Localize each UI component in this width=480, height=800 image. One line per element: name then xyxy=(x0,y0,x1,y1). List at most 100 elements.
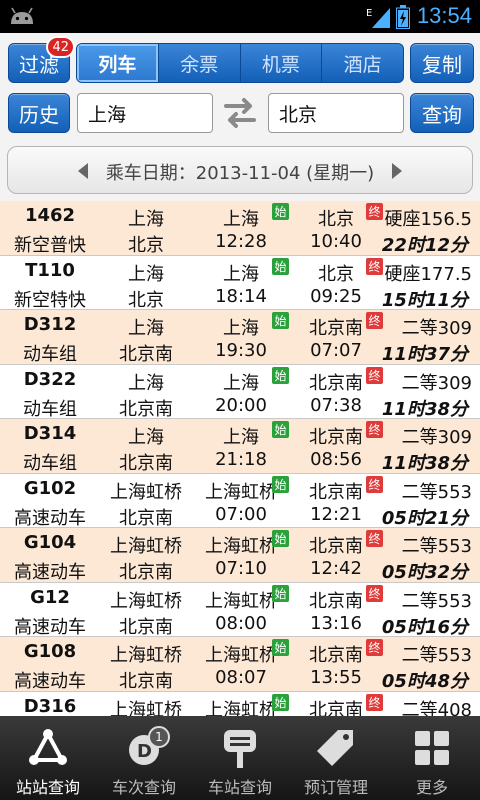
train-number: G108 xyxy=(23,641,77,662)
nav-train-number[interactable]: D 1 车次查询 xyxy=(96,716,192,800)
nav-label: 站站查询 xyxy=(15,778,80,797)
origin-mark: 始 xyxy=(272,639,289,656)
seat-price: 二等553 xyxy=(401,645,472,666)
arrival-time: 13:55 xyxy=(310,667,362,688)
arrival-time: 10:40 xyxy=(310,231,362,252)
seat-price: 二等309 xyxy=(401,318,472,339)
nav-station-to-station[interactable]: 站站查询 xyxy=(0,716,96,800)
seat-price: 硬座156.5 xyxy=(384,209,472,230)
tab-trains[interactable]: 列车 xyxy=(77,44,159,82)
date-selector: 乘车日期：2013-11-04 (星期一) xyxy=(7,146,473,194)
train-row[interactable]: D312 动车组 上海 北京南 上海 19:30 北京南 07:07 二等309 11时37分始终 xyxy=(0,310,480,365)
train-list: 1462 新空普快 上海 北京 上海 12:28 北京 10:40 硬座156.5 22时12分始… xyxy=(0,201,480,716)
train-row[interactable]: G12 高速动车 上海虹桥 北京南 上海虹桥 08:00 北京南 13:16 二等553 05时1… xyxy=(0,582,480,638)
swap-stations-icon[interactable] xyxy=(222,96,258,130)
origin-mark: 始 xyxy=(272,475,289,493)
train-type: 高速动车 xyxy=(14,616,86,638)
train-row[interactable]: G108 高速动车 上海虹桥 北京南 上海虹桥 08:07 北京南 13:55 二等553 05时… xyxy=(0,637,480,692)
nav-booking-management[interactable]: 预订管理 xyxy=(288,716,384,800)
terminal-mark: 终 xyxy=(366,693,383,711)
train-type: 动车组 xyxy=(23,398,77,420)
train-row[interactable]: 1462 新空普快 上海 北京 上海 12:28 北京 10:40 硬座156.5 22时12分始… xyxy=(0,201,480,256)
terminal-mark: 终 xyxy=(366,312,383,329)
departure-time: 08:07 xyxy=(215,667,267,688)
train-row[interactable]: G102 高速动车 上海虹桥 北京南 上海虹桥 07:00 北京南 12:21 二等553 05时… xyxy=(0,473,480,529)
station-route-icon xyxy=(29,729,67,765)
train-number: D316 xyxy=(23,695,77,717)
to-station-input[interactable]: 北京 xyxy=(268,93,404,133)
train-number: D322 xyxy=(23,368,77,390)
train-row[interactable]: D316 上海虹桥 上海虹桥 北京南 二等408 始终 xyxy=(0,691,480,717)
train-type: 高速动车 xyxy=(14,562,86,583)
terminal-mark: 终 xyxy=(366,639,383,656)
departure-time: 20:00 xyxy=(215,394,267,416)
departure-time: 18:14 xyxy=(215,285,267,307)
origin-mark: 始 xyxy=(272,366,289,384)
terminal-station: 北京南 xyxy=(119,671,173,692)
train-type: 动车组 xyxy=(23,344,77,365)
train-row[interactable]: G104 高速动车 上海虹桥 北京南 上海虹桥 07:10 北京南 12:42 二等553 05时… xyxy=(0,528,480,583)
next-day-icon[interactable] xyxy=(390,162,404,180)
nav-label: 车站查询 xyxy=(207,778,272,797)
train-number: T110 xyxy=(25,259,75,281)
nav-label: 预订管理 xyxy=(303,778,368,797)
train-number: D314 xyxy=(23,423,77,444)
origin-station: 上海 xyxy=(128,263,164,285)
terminal-station: 北京南 xyxy=(119,507,173,529)
seat-price: 二等553 xyxy=(401,590,472,612)
train-type: 新空普快 xyxy=(14,235,86,256)
origin-station: 上海虹桥 xyxy=(110,590,182,612)
origin-mark: 始 xyxy=(272,693,289,711)
nav-more[interactable]: 更多 xyxy=(384,716,480,800)
arrival-time: 13:16 xyxy=(310,612,362,634)
tab-remaining-tickets[interactable]: 余票 xyxy=(159,44,241,82)
android-icon xyxy=(11,7,33,24)
departure-time: 07:10 xyxy=(215,558,267,579)
origin-station: 上海虹桥 xyxy=(110,481,182,503)
terminal-mark: 终 xyxy=(366,421,383,438)
seat-price: 二等553 xyxy=(401,536,472,557)
departure-time: 08:00 xyxy=(215,612,267,634)
tab-flights[interactable]: 机票 xyxy=(241,44,323,82)
filter-count-badge: 42 xyxy=(46,36,75,58)
terminal-mark: 终 xyxy=(366,203,383,220)
origin-station: 上海 xyxy=(128,372,164,394)
train-row[interactable]: T110 新空特快 上海 北京 上海 18:14 北京 09:25 硬座177.5 15时11分始… xyxy=(0,255,480,311)
arrival-time: 07:07 xyxy=(310,340,362,361)
origin-mark: 始 xyxy=(272,421,289,438)
train-row[interactable]: D322 动车组 上海 北京南 上海 20:00 北京南 07:38 二等309 11时38分始终 xyxy=(0,364,480,420)
status-bar: E 13:54 xyxy=(0,0,480,33)
travel-duration: 11时37分 xyxy=(381,344,468,365)
seat-price: 硬座177.5 xyxy=(384,263,472,285)
arrival-time: 08:56 xyxy=(310,449,362,470)
nav-station-query[interactable]: 车站查询 xyxy=(192,716,288,800)
train-type: 高速动车 xyxy=(14,671,86,692)
svg-text:E: E xyxy=(366,8,372,19)
origin-mark: 始 xyxy=(272,257,289,275)
train-number: 1462 xyxy=(24,205,76,226)
train-number: D312 xyxy=(23,314,77,335)
origin-station: 上海虹桥 xyxy=(110,699,182,717)
grid-more-icon xyxy=(415,731,449,765)
origin-mark: 始 xyxy=(272,312,289,329)
from-station-input[interactable]: 上海 xyxy=(77,93,213,133)
history-button[interactable]: 历史 xyxy=(8,93,70,133)
clock: 13:54 xyxy=(416,3,472,28)
ticket-tag-icon xyxy=(317,730,353,766)
query-button[interactable]: 查询 xyxy=(410,93,474,133)
terminal-station: 北京 xyxy=(128,289,164,311)
tab-hotels[interactable]: 酒店 xyxy=(322,44,403,82)
nav-label: 更多 xyxy=(415,778,448,797)
train-type: 动车组 xyxy=(23,453,77,474)
train-row[interactable]: D314 动车组 上海 北京南 上海 21:18 北京南 08:56 二等309 11时38分始终 xyxy=(0,419,480,474)
travel-duration: 05时21分 xyxy=(381,507,468,529)
origin-mark: 始 xyxy=(272,530,289,547)
terminal-mark: 终 xyxy=(366,584,383,602)
arrival-time: 07:38 xyxy=(310,394,362,416)
filter-button[interactable]: 过滤 42 xyxy=(8,36,75,83)
travel-duration: 15时11分 xyxy=(381,289,468,311)
origin-station: 上海 xyxy=(128,427,164,448)
travel-duration: 22时12分 xyxy=(381,235,468,256)
copy-button[interactable]: 复制 xyxy=(410,43,474,83)
nav-label: 车次查询 xyxy=(111,778,176,797)
